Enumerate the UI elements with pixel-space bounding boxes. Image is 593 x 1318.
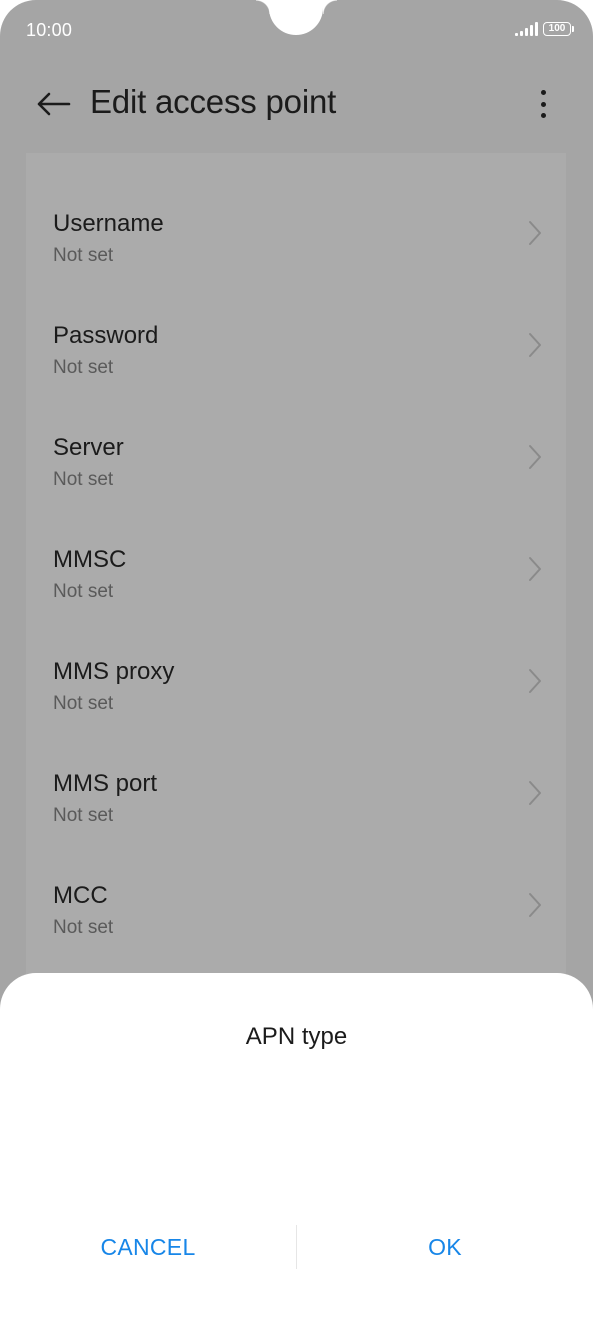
- page-title: Edit access point: [90, 83, 337, 120]
- notch-left-edge: [256, 0, 270, 14]
- apn-type-dialog: APN type CANCEL OK: [0, 973, 593, 1318]
- setting-row-mms-port[interactable]: MMS port Not set: [26, 770, 566, 870]
- setting-row-server[interactable]: Server Not set: [26, 434, 566, 534]
- toolbar: Edit access point: [0, 70, 593, 138]
- settings-list: Username Not set Password Not set Server…: [26, 153, 566, 983]
- screen: 10:00 100 Edit access point Username Not…: [0, 0, 593, 1318]
- setting-value: Not set: [53, 357, 114, 378]
- chevron-right-icon: [529, 781, 541, 805]
- cancel-button[interactable]: CANCEL: [0, 1217, 296, 1277]
- battery-level: 100: [548, 23, 566, 34]
- setting-row-mmsc[interactable]: MMSC Not set: [26, 546, 566, 646]
- status-time: 10:00: [26, 20, 73, 40]
- setting-row-username[interactable]: Username Not set: [26, 210, 566, 310]
- setting-title: Username: [53, 210, 164, 237]
- setting-title: MMS proxy: [53, 658, 175, 685]
- setting-value: Not set: [53, 917, 114, 938]
- notch-right-edge: [323, 0, 337, 14]
- status-bar: 10:00 100: [0, 0, 593, 62]
- chevron-right-icon: [529, 669, 541, 693]
- setting-value: Not set: [53, 245, 114, 266]
- chevron-right-icon: [529, 893, 541, 917]
- setting-row-password[interactable]: Password Not set: [26, 322, 566, 422]
- setting-title: MMSC: [53, 546, 127, 573]
- dialog-title: APN type: [245, 1023, 348, 1050]
- status-indicators: 100: [515, 22, 574, 36]
- chevron-right-icon: [529, 221, 541, 245]
- back-button[interactable]: [34, 84, 74, 124]
- battery-icon: 100: [543, 22, 574, 36]
- setting-value: Not set: [53, 469, 114, 490]
- signal-bars-icon: [515, 22, 538, 36]
- camera-notch: [269, 0, 323, 35]
- setting-value: Not set: [53, 805, 114, 826]
- setting-value: Not set: [53, 693, 114, 714]
- setting-title: Server: [53, 434, 124, 461]
- arrow-left-icon: [37, 92, 71, 116]
- chevron-right-icon: [529, 557, 541, 581]
- chevron-right-icon: [529, 333, 541, 357]
- more-vertical-icon: [540, 90, 546, 95]
- chevron-right-icon: [529, 445, 541, 469]
- dialog-actions: CANCEL OK: [0, 1217, 593, 1277]
- setting-row-mcc[interactable]: MCC Not set: [26, 882, 566, 982]
- ok-button[interactable]: OK: [297, 1217, 593, 1277]
- setting-title: Password: [53, 322, 159, 349]
- setting-title: MMS port: [53, 770, 158, 797]
- setting-row-mms-proxy[interactable]: MMS proxy Not set: [26, 658, 566, 758]
- setting-title: MCC: [53, 882, 108, 909]
- setting-value: Not set: [53, 581, 114, 602]
- more-options-button[interactable]: [531, 86, 555, 122]
